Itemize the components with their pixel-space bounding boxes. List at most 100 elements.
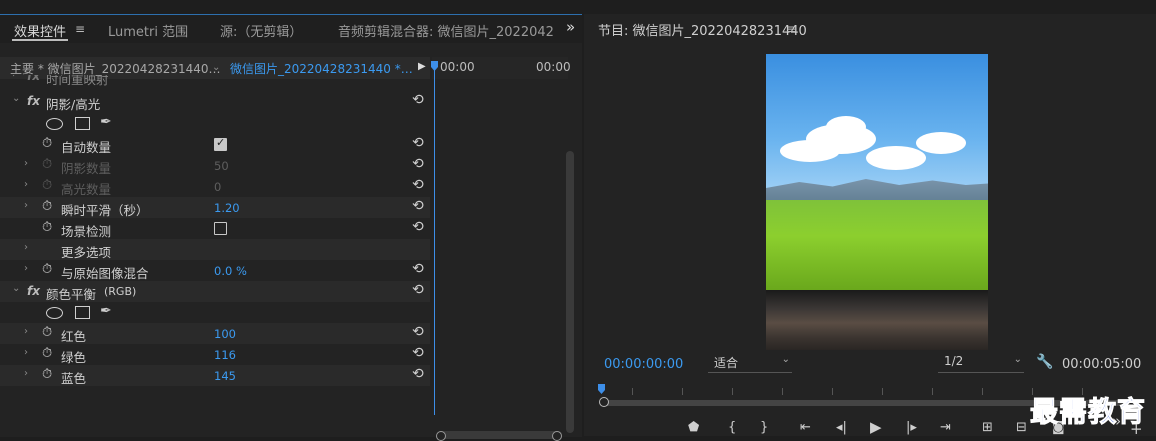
zoom-handle-right[interactable] xyxy=(552,431,562,441)
blend-original-label: 与原始图像混合 xyxy=(61,266,149,281)
playhead-line[interactable] xyxy=(434,65,435,415)
stopwatch-icon[interactable]: ⏱ xyxy=(42,262,52,277)
blue-value[interactable]: 145 xyxy=(214,369,236,383)
stopwatch-icon[interactable]: ⏱ xyxy=(42,199,52,214)
expand-chevron-icon[interactable]: › xyxy=(24,263,28,274)
collapse-chevron-icon[interactable]: ⌄ xyxy=(12,93,20,104)
panel-menu-icon[interactable]: ≡ xyxy=(75,22,85,36)
video-preview[interactable] xyxy=(766,54,988,350)
param-row-red: › ⏱ 红色 100 ⟲ xyxy=(0,323,430,344)
expand-chevron-icon[interactable]: › xyxy=(24,347,28,358)
step-back-icon[interactable]: ◂| xyxy=(836,420,847,435)
color-balance-title: 颜色平衡 xyxy=(46,287,97,302)
rectangle-mask-icon[interactable] xyxy=(75,306,90,319)
current-timecode[interactable]: 00:00:00:00 xyxy=(604,357,683,372)
reset-icon[interactable]: ⟲ xyxy=(412,261,424,277)
more-options-label: 更多选项 xyxy=(61,245,112,260)
reset-icon[interactable]: ⟲ xyxy=(412,345,424,361)
go-to-in-icon[interactable]: ⇤ xyxy=(800,420,811,435)
shadow-highlight-title: 阴影/高光 xyxy=(46,97,101,112)
reset-icon[interactable]: ⟲ xyxy=(412,177,424,193)
green-value[interactable]: 116 xyxy=(214,348,236,362)
scene-detect-checkbox[interactable] xyxy=(214,222,227,235)
reset-icon[interactable]: ⟲ xyxy=(412,135,424,151)
color-balance-suffix: (RGB) xyxy=(104,285,137,298)
stopwatch-icon[interactable]: ⏱ xyxy=(42,220,52,235)
rectangle-mask-icon[interactable] xyxy=(75,117,90,130)
highlight-amount-value[interactable]: 0 xyxy=(214,180,221,194)
wrench-icon[interactable]: 🔧 xyxy=(1036,354,1053,370)
effect-row-shadow-highlight[interactable]: ⌄ fx 阴影/高光 ⟲ xyxy=(0,91,430,112)
tab-lumetri-scopes[interactable]: Lumetri 范围 xyxy=(108,21,188,40)
tab-audio-clip-mixer[interactable]: 音频剪辑混合器: 微信图片_2022042 xyxy=(338,21,554,40)
effect-row-color-balance[interactable]: ⌄ fx 颜色平衡 (RGB) ⟲ xyxy=(0,281,430,302)
chevron-down-icon[interactable]: ⌄ xyxy=(212,62,220,73)
expand-chevron-icon[interactable]: › xyxy=(24,200,28,211)
go-to-out-icon[interactable]: ⇥ xyxy=(940,420,951,435)
tab-effect-controls[interactable]: 效果控件 xyxy=(14,21,66,40)
param-row-more-options[interactable]: › 更多选项 xyxy=(0,239,430,260)
reset-icon[interactable]: ⟲ xyxy=(412,219,424,235)
collapse-chevron-icon[interactable]: ⌄ xyxy=(12,283,20,294)
add-marker-icon[interactable]: ⬟ xyxy=(688,420,699,435)
reset-icon[interactable]: ⟲ xyxy=(412,156,424,172)
vertical-scrollbar[interactable] xyxy=(566,151,574,433)
stopwatch-icon[interactable]: ⏱ xyxy=(42,178,52,193)
param-row-highlight-amount: › ⏱ 高光数量 0 ⟲ xyxy=(0,176,430,197)
pen-mask-icon[interactable]: ✒ xyxy=(100,114,112,130)
ellipse-mask-icon[interactable] xyxy=(46,307,63,319)
mark-in-icon[interactable]: { xyxy=(728,420,736,435)
play-only-clip-icon[interactable]: ▶ xyxy=(418,61,426,72)
reset-icon[interactable]: ⟲ xyxy=(412,92,424,108)
chevron-down-icon: ⌄ xyxy=(1013,354,1022,365)
fx-icon[interactable]: fx xyxy=(27,75,40,83)
reset-icon[interactable]: ⟲ xyxy=(412,198,424,214)
resolution-dropdown[interactable]: 1/2 ⌄ xyxy=(938,354,1024,373)
param-row-blend-original: › ⏱ 与原始图像混合 0.0 % ⟲ xyxy=(0,260,430,281)
shadow-amount-value[interactable]: 50 xyxy=(214,159,229,173)
temporal-smoothing-value[interactable]: 1.20 xyxy=(214,201,240,215)
extract-icon[interactable]: ⊟ xyxy=(1016,420,1027,435)
stopwatch-icon[interactable]: ⏱ xyxy=(42,136,52,151)
expand-chevron-icon[interactable]: › xyxy=(24,179,28,190)
ellipse-mask-icon[interactable] xyxy=(46,118,63,130)
panel-tab-bar: 效果控件 ≡ Lumetri 范围 源:（无剪辑） 音频剪辑混合器: 微信图片_… xyxy=(0,15,582,43)
active-tab-underline xyxy=(12,39,68,41)
play-icon[interactable]: ▶ xyxy=(870,418,882,436)
panel-overflow-icon[interactable]: » xyxy=(566,18,575,36)
tab-source[interactable]: 源:（无剪辑） xyxy=(220,21,302,40)
fx-icon[interactable]: fx xyxy=(27,284,40,298)
cloud-shape xyxy=(826,116,866,138)
red-value[interactable]: 100 xyxy=(214,327,236,341)
blend-original-value[interactable]: 0.0 % xyxy=(214,264,247,278)
mask-tools-row: ✒ xyxy=(0,113,430,134)
zoom-handle-left[interactable] xyxy=(599,397,609,407)
expand-chevron-icon[interactable]: › xyxy=(24,158,28,169)
reset-icon[interactable]: ⟲ xyxy=(412,282,424,298)
auto-amount-checkbox[interactable] xyxy=(214,136,227,151)
stopwatch-icon[interactable]: ⏱ xyxy=(42,367,52,382)
reset-icon[interactable]: ⟲ xyxy=(412,366,424,382)
chevron-down-icon: ⌄ xyxy=(781,354,790,365)
stopwatch-icon[interactable]: ⏱ xyxy=(42,346,52,361)
lift-icon[interactable]: ⊞ xyxy=(982,420,993,435)
stopwatch-icon[interactable]: ⏱ xyxy=(42,157,52,172)
expand-chevron-icon[interactable]: › xyxy=(24,242,28,253)
fit-dropdown[interactable]: 适合 ⌄ xyxy=(708,354,792,373)
step-forward-icon[interactable]: |▸ xyxy=(906,420,917,435)
fx-icon[interactable]: fx xyxy=(27,94,40,108)
green-label: 绿色 xyxy=(61,350,87,365)
stopwatch-icon[interactable]: ⏱ xyxy=(42,325,52,340)
pen-mask-icon[interactable]: ✒ xyxy=(100,303,112,319)
timeline-zoom-scrollbar[interactable] xyxy=(438,431,562,439)
expand-chevron-icon[interactable]: › xyxy=(12,75,16,80)
blue-label: 蓝色 xyxy=(61,371,87,386)
zoom-handle-left[interactable] xyxy=(436,431,446,441)
panel-menu-icon[interactable]: ≡ xyxy=(786,22,796,36)
program-monitor-title[interactable]: 节目: 微信图片_20220428231440 xyxy=(598,20,807,39)
expand-chevron-icon[interactable]: › xyxy=(24,368,28,379)
rice-field xyxy=(766,200,988,290)
reset-icon[interactable]: ⟲ xyxy=(412,324,424,340)
mark-out-icon[interactable]: } xyxy=(760,420,768,435)
expand-chevron-icon[interactable]: › xyxy=(24,326,28,337)
